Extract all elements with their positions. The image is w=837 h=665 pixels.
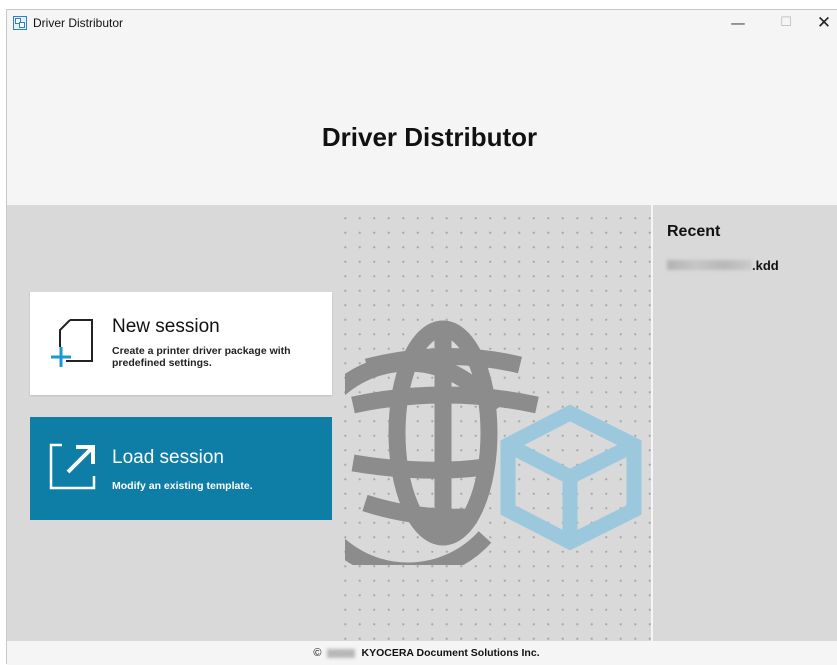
- title-bar[interactable]: Driver Distributor — ☐ ✕: [7, 10, 837, 36]
- window-title: Driver Distributor: [33, 16, 124, 30]
- minimize-button[interactable]: —: [718, 10, 758, 36]
- load-session-description: Modify an existing template.: [112, 480, 253, 492]
- recent-heading: Recent: [667, 223, 721, 240]
- new-document-icon: [51, 319, 93, 367]
- package-box-icon: [500, 404, 642, 551]
- load-session-title: Load session: [112, 447, 224, 468]
- new-session-button[interactable]: New session Create a printer driver pack…: [30, 292, 332, 395]
- blurred-filename: [667, 260, 752, 270]
- app-window: Driver Distributor — ☐ ✕ Driver Distribu…: [6, 9, 837, 665]
- blurred-year: [327, 648, 356, 658]
- globe-package-illustration: [345, 320, 642, 565]
- main-panel: New session Create a printer driver pack…: [7, 205, 651, 641]
- recent-file-item[interactable]: .kdd: [667, 256, 779, 274]
- load-session-button[interactable]: Load session Modify an existing template…: [30, 417, 332, 520]
- recent-panel: Recent .kdd: [653, 205, 837, 641]
- recent-file-extension: .kdd: [752, 257, 779, 273]
- new-session-description: Create a printer driver package with pre…: [112, 345, 291, 369]
- open-file-icon: [49, 443, 96, 490]
- app-icon: [13, 16, 27, 30]
- app-title: Driver Distributor: [321, 122, 538, 152]
- copyright-symbol: ©: [313, 647, 322, 659]
- maximize-button[interactable]: ☐: [766, 10, 806, 36]
- header: Driver Distributor: [7, 36, 837, 205]
- footer: © KYOCERA Document Solutions Inc.: [7, 641, 837, 665]
- company-name: KYOCERA Document Solutions Inc.: [361, 647, 540, 659]
- close-button[interactable]: ✕: [804, 10, 837, 36]
- new-session-title: New session: [112, 316, 220, 337]
